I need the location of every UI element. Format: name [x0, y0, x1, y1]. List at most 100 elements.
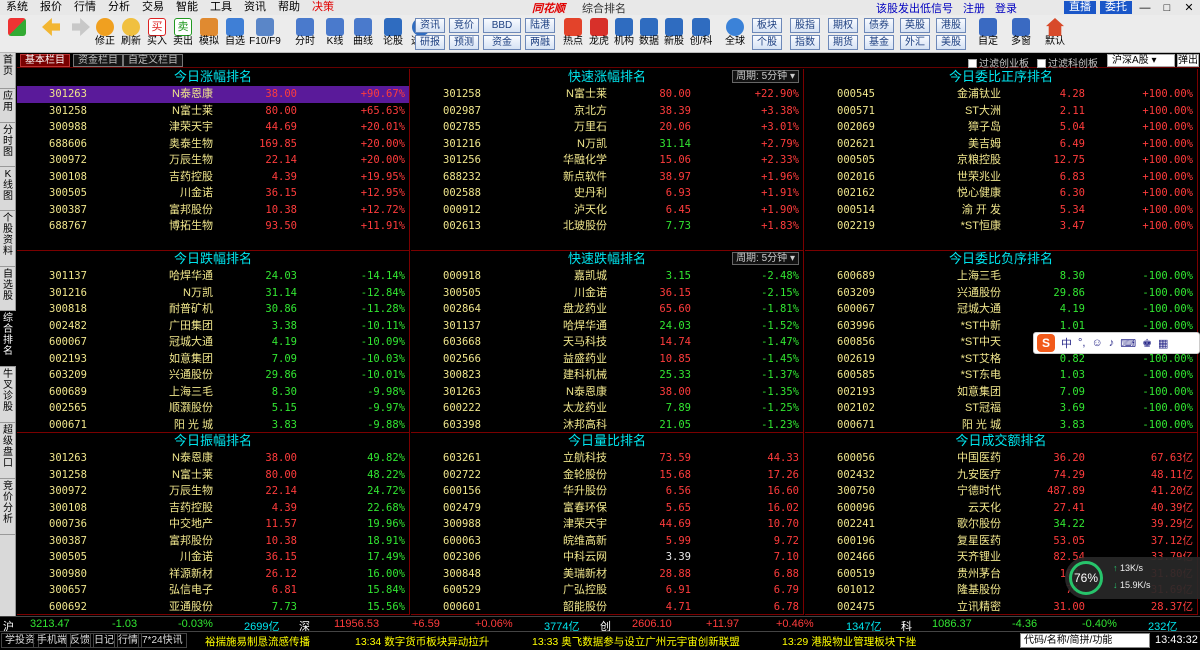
table-row[interactable]: 301256 华融化学 15.06 +2.33% [411, 152, 803, 169]
skin-icon[interactable]: ♚ [1142, 337, 1152, 350]
tab-basic-columns[interactable]: 基本栏目 [20, 54, 70, 67]
table-row[interactable]: 300823 建科机械 25.33 -1.37% [411, 367, 803, 384]
period-select[interactable]: 周期: 5分钟 ▾ [732, 252, 799, 265]
table-row[interactable]: 000601 韶能股份 4.71 6.78 [411, 599, 803, 615]
menu-item-system[interactable]: 系统 [0, 0, 34, 15]
table-row[interactable]: 600096 云天化 27.41 40.39亿 [805, 500, 1197, 517]
panel-title[interactable]: 今日成交额排名 [805, 433, 1197, 449]
table-row[interactable]: 002102 ST冠福 3.69 -100.00% [805, 400, 1197, 417]
table-row[interactable]: 300988 津荣天宇 44.69 +20.01% [17, 119, 409, 136]
toolbar-default-button[interactable]: 默认 [1042, 17, 1068, 53]
vtab-stock-info[interactable]: 个股资料 [0, 211, 16, 267]
menu-item-news[interactable]: 资讯 [238, 0, 272, 15]
table-row[interactable]: 000736 中交地产 11.57 19.96% [17, 516, 409, 533]
vtab-timeshare[interactable]: 分时图 [0, 123, 16, 167]
register-link[interactable]: 注册 [958, 0, 990, 16]
table-row[interactable]: 603668 天马科技 14.74 -1.47% [411, 334, 803, 351]
panel-title[interactable]: 今日涨幅排名 [17, 69, 409, 85]
vtab-watchlist[interactable]: 自选股 [0, 267, 16, 311]
news-ticker-item[interactable]: 13:29 港股物业管理板块下挫 [782, 634, 916, 649]
table-row[interactable]: 600196 复星医药 53.05 37.12亿 [805, 533, 1197, 550]
table-row[interactable]: 002016 世荣兆业 6.83 +100.00% [805, 169, 1197, 186]
news-ticker-item[interactable]: 13:33 奥飞数据参与设立广州元宇宙创新联盟 [532, 634, 740, 649]
toolbar-global-button[interactable]: 全球 [722, 17, 748, 53]
table-row[interactable]: 002785 万里石 20.06 +3.01% [411, 119, 803, 136]
filter-gem-checkbox[interactable]: 过滤创业板 [968, 55, 1029, 70]
table-row[interactable]: 000545 金浦钛业 4.28 +100.00% [805, 86, 1197, 103]
table-row[interactable]: 301263 N泰恩康 38.00 -1.35% [411, 384, 803, 401]
table-row[interactable]: 600063 皖维高新 5.99 9.72 [411, 533, 803, 550]
box-hk-connect-button[interactable]: 陆港 [525, 18, 555, 33]
microphone-icon[interactable]: ♪ [1109, 337, 1115, 349]
table-row[interactable]: 000671 阳 光 城 3.83 -100.00% [805, 417, 1197, 433]
table-row[interactable]: 002987 京北方 38.39 +3.38% [411, 103, 803, 120]
box-news-button[interactable]: 资讯 [415, 18, 445, 33]
table-row[interactable]: 301258 N富士莱 80.00 +22.90% [411, 86, 803, 103]
table-row[interactable]: 600067 冠城大通 4.19 -10.09% [17, 334, 409, 351]
toolbar-kline-button[interactable]: K线 [322, 17, 348, 53]
tools-icon[interactable]: ▦ [1158, 337, 1168, 350]
box-margin-button[interactable]: 两融 [525, 35, 555, 50]
layout-button[interactable] [4, 17, 30, 53]
table-row[interactable]: 688232 新点软件 38.97 +1.96% [411, 169, 803, 186]
table-row[interactable]: 002482 广田集团 3.38 -10.11% [17, 318, 409, 335]
panel-title[interactable]: 今日振幅排名 [17, 433, 409, 449]
table-row[interactable]: 300750 宁德时代 487.89 41.20亿 [805, 483, 1197, 500]
box-us-stocks-button[interactable]: 美股 [936, 35, 966, 50]
maximize-button[interactable]: □ [1156, 2, 1178, 14]
table-row[interactable]: 300387 富邦股份 10.38 +12.72% [17, 202, 409, 219]
table-row[interactable]: 300972 万辰生物 22.14 24.72% [17, 483, 409, 500]
table-row[interactable]: 002479 富春环保 5.65 16.02 [411, 500, 803, 517]
table-row[interactable]: 600056 中国医药 36.20 67.63亿 [805, 450, 1197, 467]
back-button[interactable] [38, 17, 64, 53]
period-select[interactable]: 周期: 5分钟 ▾ [732, 70, 799, 83]
table-row[interactable]: 600692 亚通股份 7.73 15.56% [17, 599, 409, 615]
box-forecast-button[interactable]: 预测 [449, 35, 479, 50]
live-button[interactable]: 直播 [1064, 1, 1096, 14]
table-row[interactable]: 301263 N泰恩康 38.00 +90.67% [17, 86, 409, 103]
table-row[interactable]: 002722 金轮股份 15.68 17.26 [411, 467, 803, 484]
menu-item-decision[interactable]: 决策 [306, 0, 340, 15]
filter-star-checkbox[interactable]: 过滤科创板 [1037, 55, 1098, 70]
table-row[interactable]: 002219 *ST恒康 3.47 +100.00% [805, 218, 1197, 235]
panel-title[interactable]: 今日量比排名 [411, 433, 803, 449]
table-row[interactable]: 000671 阳 光 城 3.83 -9.88% [17, 417, 409, 433]
table-row[interactable]: 000505 京粮控股 12.75 +100.00% [805, 152, 1197, 169]
toolbar-multiwin-button[interactable]: 多窗 [1008, 17, 1034, 53]
table-row[interactable]: 002613 北玻股份 7.73 +1.83% [411, 218, 803, 235]
news-ticker-item[interactable]: 13:34 数字货币板块异动拉升 [355, 634, 489, 649]
vtab-kline[interactable]: K线图 [0, 167, 16, 211]
box-research-button[interactable]: 研报 [415, 35, 445, 50]
box-capital-button[interactable]: 资金 [483, 35, 521, 50]
login-link[interactable]: 登录 [990, 0, 1022, 16]
toolbar-gem-button[interactable]: 创/科 [688, 17, 714, 53]
minimize-button[interactable]: — [1134, 2, 1156, 14]
vtab-apps[interactable]: 应用 [0, 89, 16, 123]
table-row[interactable]: 300505 川金诺 36.15 17.49% [17, 549, 409, 566]
table-row[interactable]: 600156 华升股份 6.56 16.60 [411, 483, 803, 500]
table-row[interactable]: 688767 博拓生物 93.50 +11.91% [17, 218, 409, 235]
menu-item-smart[interactable]: 智能 [170, 0, 204, 15]
table-row[interactable]: 301216 N万凯 31.14 +2.79% [411, 136, 803, 153]
table-row[interactable]: 688606 奥泰生物 169.85 +20.00% [17, 136, 409, 153]
tab-custom-columns[interactable]: 自定义栏目 [123, 54, 183, 67]
table-row[interactable]: 000571 ST大洲 2.11 +100.00% [805, 103, 1197, 120]
table-row[interactable]: 002162 悦心健康 6.30 +100.00% [805, 185, 1197, 202]
table-row[interactable]: 301263 N泰恩康 38.00 49.82% [17, 450, 409, 467]
table-row[interactable]: 301137 哈焊华通 24.03 -1.52% [411, 318, 803, 335]
table-row[interactable]: 002193 如意集团 7.09 -100.00% [805, 384, 1197, 401]
vtab-super-tape[interactable]: 超级盘口 [0, 423, 16, 479]
popup-button[interactable]: 弹出 [1177, 54, 1199, 67]
table-row[interactable]: 603398 沐邦高科 21.05 -1.23% [411, 417, 803, 433]
table-row[interactable]: 600585 *ST东电 1.03 -100.00% [805, 367, 1197, 384]
table-row[interactable]: 002432 九安医疗 74.29 48.11亿 [805, 467, 1197, 484]
table-row[interactable]: 301216 N万凯 31.14 -12.84% [17, 285, 409, 302]
box-options-button[interactable]: 期权 [828, 18, 858, 33]
table-row[interactable]: 000514 渝 开 发 5.34 +100.00% [805, 202, 1197, 219]
menu-item-tools[interactable]: 工具 [204, 0, 238, 15]
table-row[interactable]: 603261 立航科技 73.59 44.33 [411, 450, 803, 467]
table-row[interactable]: 002566 益盛药业 10.85 -1.45% [411, 351, 803, 368]
toolbar-timeshare-button[interactable]: 分时 [292, 17, 318, 53]
tab-capital-columns[interactable]: 资金栏目 [73, 54, 123, 67]
emoji-icon[interactable]: ☺ [1091, 337, 1102, 349]
